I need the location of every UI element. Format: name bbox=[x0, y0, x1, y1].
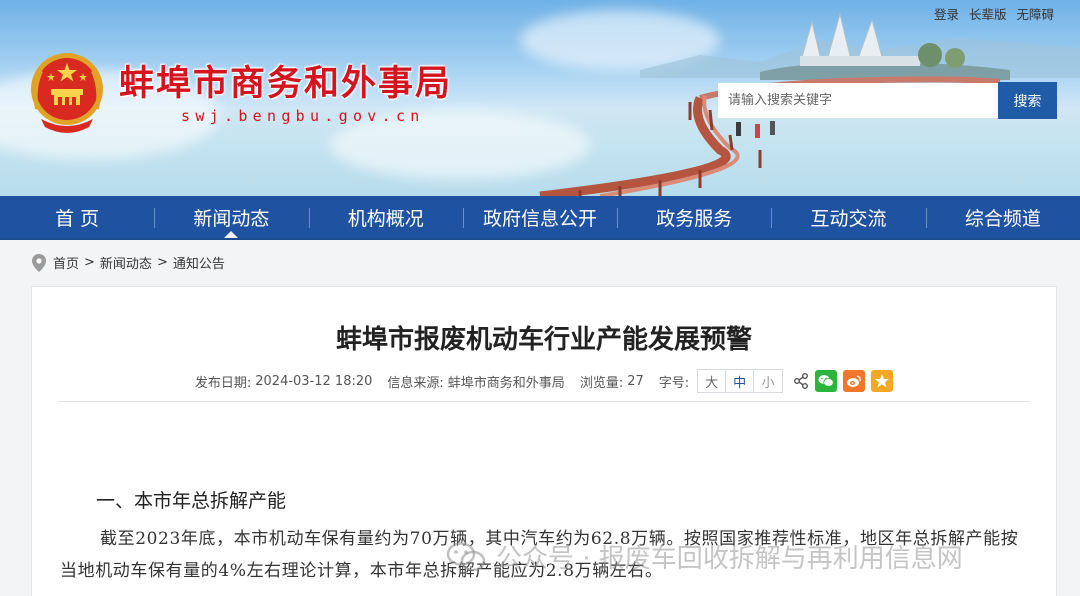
breadcrumb-news[interactable]: 新闻动态 bbox=[100, 253, 152, 272]
search-input[interactable] bbox=[718, 83, 999, 118]
share-icon[interactable] bbox=[793, 373, 809, 389]
wechat-share-button[interactable] bbox=[815, 370, 838, 392]
source-label: 信息来源: bbox=[387, 375, 444, 391]
breadcrumb-separator: > bbox=[156, 255, 168, 270]
section-heading: 一、本市年总拆解产能 bbox=[96, 490, 287, 512]
views-label: 浏览量: bbox=[579, 375, 624, 391]
publish-date: 2024-03-12 18:20 bbox=[255, 373, 373, 389]
meta-divider bbox=[58, 401, 1030, 402]
search-button[interactable]: 搜索 bbox=[998, 82, 1057, 119]
nav-item-organization[interactable]: 机构概况 bbox=[308, 196, 463, 238]
breadcrumb-notices[interactable]: 通知公告 bbox=[173, 253, 225, 272]
font-size-label: 字号: bbox=[658, 375, 690, 391]
weibo-icon bbox=[847, 375, 862, 387]
nav-item-public-info[interactable]: 政府信息公开 bbox=[462, 196, 617, 238]
weibo-share-button[interactable] bbox=[843, 370, 866, 392]
font-size-large-button[interactable]: 大 bbox=[698, 370, 727, 392]
site-domain: swj.bengbu.gov.cn bbox=[181, 107, 425, 125]
wechat-watermark: 公众号 · 报废车回收拆解与再利用信息网 bbox=[446, 538, 963, 575]
location-pin-icon bbox=[32, 253, 46, 272]
nav-item-services[interactable]: 政务服务 bbox=[617, 196, 771, 238]
top-links: 登录 长辈版 无障碍 bbox=[934, 4, 1054, 23]
wechat-icon bbox=[818, 375, 834, 387]
breadcrumb-home[interactable]: 首页 bbox=[53, 253, 79, 272]
nav-item-home[interactable]: 首 页 bbox=[0, 196, 154, 238]
site-title[interactable]: 蚌埠市商务和外事局 bbox=[119, 55, 452, 106]
nav-item-news[interactable]: 新闻动态 bbox=[154, 196, 308, 238]
wechat-watermark-icon bbox=[446, 541, 486, 571]
elder-version-link[interactable]: 长辈版 bbox=[969, 4, 1007, 23]
article-title: 蚌埠市报废机动车行业产能发展预警 bbox=[335, 325, 752, 355]
breadcrumb: 首页 > 新闻动态 > 通知公告 bbox=[32, 253, 225, 272]
date-label: 发布日期: bbox=[194, 375, 252, 391]
font-size-medium-button[interactable]: 中 bbox=[726, 370, 755, 392]
main-nav: 首 页 新闻动态 机构概况 政府信息公开 政务服务 互动交流 综合频道 bbox=[0, 196, 1080, 240]
site-header: 登录 长辈版 无障碍 蚌埠市商务和外事局 swj.bengbu.gov.cn 搜… bbox=[0, 0, 1080, 196]
national-emblem-icon bbox=[31, 53, 103, 133]
info-source: 蚌埠市商务和外事局 bbox=[447, 375, 565, 391]
view-count: 27 bbox=[627, 373, 644, 389]
font-size-switcher: 大 中 小 bbox=[697, 369, 784, 393]
favorite-button[interactable] bbox=[871, 370, 894, 392]
font-size-small-button[interactable]: 小 bbox=[754, 370, 782, 392]
nav-item-comprehensive[interactable]: 综合频道 bbox=[925, 196, 1080, 238]
login-link[interactable]: 登录 bbox=[934, 4, 959, 23]
watermark-text: 公众号 · 报废车回收拆解与再利用信息网 bbox=[496, 544, 963, 574]
nav-item-interaction[interactable]: 互动交流 bbox=[771, 196, 925, 238]
breadcrumb-separator: > bbox=[84, 255, 95, 270]
accessibility-link[interactable]: 无障碍 bbox=[1016, 4, 1054, 23]
favorite-star-icon bbox=[875, 374, 890, 388]
article-meta: 发布日期: 2024-03-12 18:20 信息来源: 蚌埠市商务和外事局 浏… bbox=[32, 369, 1056, 393]
